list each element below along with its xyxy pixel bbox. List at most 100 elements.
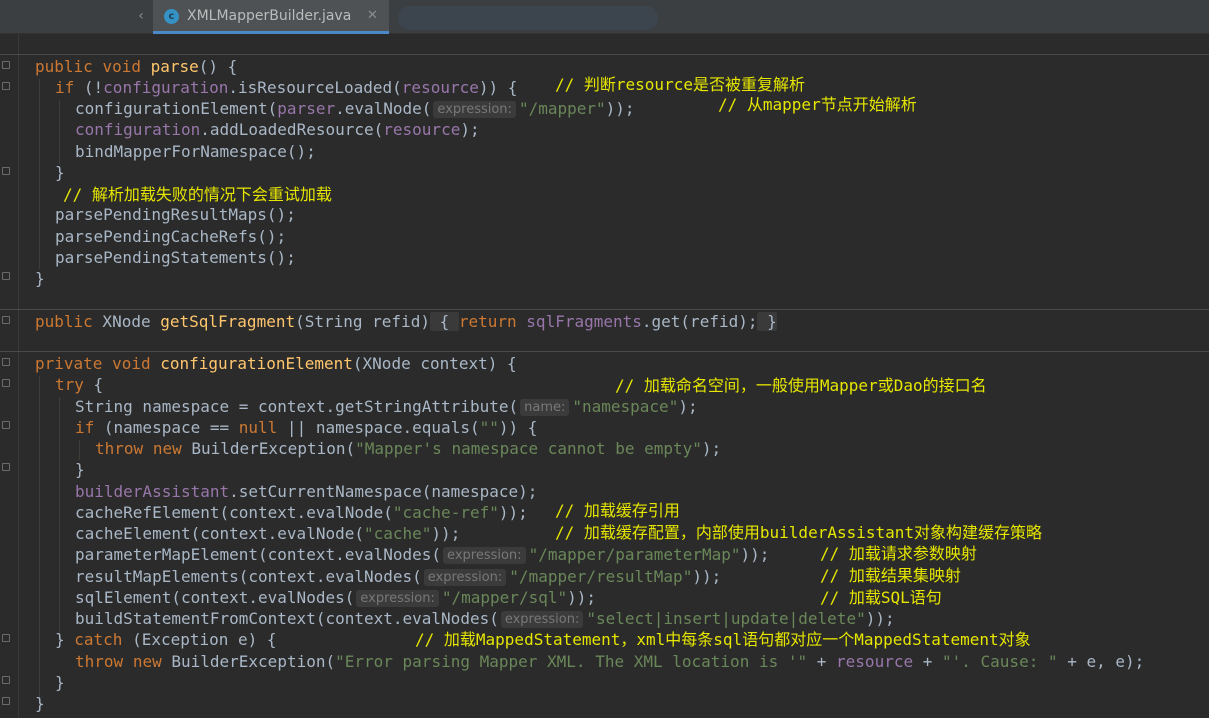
code-text: +: [913, 652, 942, 671]
keyword: if: [75, 418, 95, 437]
code-line: configuration.addLoadedResource(resource…: [75, 119, 480, 140]
code-text: (String refid): [295, 312, 430, 331]
keyword: new: [152, 439, 182, 458]
code-text: );: [678, 397, 698, 416]
string-literal: "namespace": [572, 397, 679, 416]
indent-guide: [39, 79, 40, 269]
code-line: }: [75, 460, 85, 479]
fold-marker-icon[interactable]: [2, 379, 10, 387]
string-literal: "/mapper": [518, 99, 606, 118]
field: configuration: [75, 120, 201, 139]
code-line: }: [35, 694, 45, 713]
code-line: buildStatementFromContext(context.evalNo…: [75, 608, 895, 629]
keyword: throw: [75, 652, 124, 671]
keyword: public: [35, 57, 93, 76]
keyword: return: [458, 312, 517, 331]
code-line: try {: [55, 374, 103, 395]
string-literal: "'. Cause: ": [942, 652, 1058, 671]
keyword: try: [55, 375, 84, 394]
parameter-hint: expression:: [356, 590, 439, 607]
fold-marker-icon[interactable]: [2, 272, 10, 280]
tab-xmlmapperbuilder[interactable]: c XMLMapperBuilder.java ✕: [153, 0, 389, 34]
code-text: XNode: [92, 312, 161, 331]
fold-marker-icon[interactable]: [2, 421, 10, 429]
parameter-hint: expression:: [443, 547, 526, 564]
comment: // 加载缓存引用: [555, 501, 680, 520]
code-line: parsePendingCacheRefs();: [55, 227, 287, 246]
field: parser: [277, 99, 336, 118]
code-text: }: [55, 630, 75, 649]
code-text: +: [807, 652, 837, 671]
string-literal: "select|insert|update|delete": [586, 609, 866, 628]
code-line: throw new BuilderException("Mapper's nam…: [95, 438, 721, 459]
code-line: bindMapperForNamespace();: [75, 142, 316, 161]
parameter-hint: expression:: [500, 611, 584, 628]
code-line: private void configurationElement(XNode …: [35, 353, 517, 374]
code-text: cacheRefElement(context.evalNode(: [75, 503, 393, 522]
code-line: builderAssistant.setCurrentNamespace(nam…: [75, 481, 537, 502]
code-line: }: [55, 673, 65, 692]
code-text: ));: [740, 545, 770, 564]
code-text: .addLoadedResource(: [200, 120, 384, 139]
fold-marker-icon[interactable]: [2, 82, 10, 90]
fold-marker-icon[interactable]: [2, 676, 10, 684]
fold-marker-icon[interactable]: [2, 167, 10, 175]
tab-scroll-left-icon[interactable]: ‹: [133, 7, 149, 25]
comment: // 加载SQL语句: [820, 588, 942, 607]
method-name: getSqlFragment: [160, 312, 296, 331]
code-text: (!: [74, 78, 104, 97]
code-text: )) {: [478, 78, 518, 97]
code-text: .evalNode(: [335, 99, 432, 118]
field: resource: [383, 120, 461, 139]
code-text: (Exception e) {: [122, 630, 277, 649]
comment: // 加载结果集映射: [820, 566, 961, 585]
code-text: ));: [567, 588, 597, 607]
tab-title: XMLMapperBuilder.java: [187, 8, 352, 24]
code-text: (namespace ==: [94, 418, 239, 437]
code-text: ));: [431, 524, 461, 543]
close-icon[interactable]: ✕: [367, 8, 378, 23]
folded-brace[interactable]: }: [757, 312, 777, 331]
folded-brace[interactable]: {: [429, 312, 459, 331]
comment: // 加载缓存配置，内部使用builderAssistant对象构建缓存策略: [555, 523, 1043, 542]
code-line: String namespace = context.getStringAttr…: [75, 396, 698, 417]
fold-marker-icon[interactable]: [2, 61, 10, 69]
keyword: private: [35, 354, 103, 373]
blurred-tab: [398, 6, 658, 30]
parameter-hint: expression:: [423, 569, 507, 586]
indent-guide: [59, 100, 60, 164]
fold-marker-icon[interactable]: [2, 358, 10, 366]
indent-guide: [79, 440, 80, 460]
code-line: parameterMapElement(context.evalNodes(ex…: [75, 544, 769, 565]
fold-marker-icon[interactable]: [2, 697, 10, 705]
string-literal: "Mapper's namespace cannot be empty": [355, 439, 702, 458]
method-separator: [0, 309, 1209, 310]
code-text: .get(refid);: [641, 312, 758, 331]
method-name: configurationElement: [160, 354, 353, 373]
code-text: {: [83, 375, 104, 394]
string-literal: "Error parsing Mapper XML. The XML locat…: [335, 652, 808, 671]
code-text: || namespace.equals(: [277, 418, 480, 437]
code-text: ));: [498, 503, 528, 522]
code-line: parsePendingStatements();: [55, 248, 296, 267]
string-literal: "/mapper/parameterMap": [528, 545, 741, 564]
code-line: resultMapElements(context.evalNodes(expr…: [75, 566, 721, 587]
keyword: void: [112, 354, 151, 373]
fold-marker-icon[interactable]: [2, 316, 10, 324]
fold-marker-icon[interactable]: [2, 463, 10, 471]
keyword: public: [35, 312, 93, 331]
method-name: parse: [150, 57, 199, 76]
code-text: resultMapElements(context.evalNodes(: [75, 567, 422, 586]
keyword: void: [102, 57, 141, 76]
fold-marker-icon[interactable]: [2, 634, 10, 642]
code-text: );: [701, 439, 722, 458]
field: configuration: [103, 78, 229, 97]
keyword: new: [132, 652, 162, 671]
code-line: cacheRefElement(context.evalNode("cache-…: [75, 502, 528, 523]
field: resource: [836, 652, 914, 671]
string-literal: "cache-ref": [392, 503, 499, 522]
parameter-hint: name:: [520, 399, 570, 416]
code-text: );: [460, 120, 480, 139]
code-text: ));: [692, 567, 722, 586]
comment: // 加载请求参数映射: [820, 544, 977, 563]
